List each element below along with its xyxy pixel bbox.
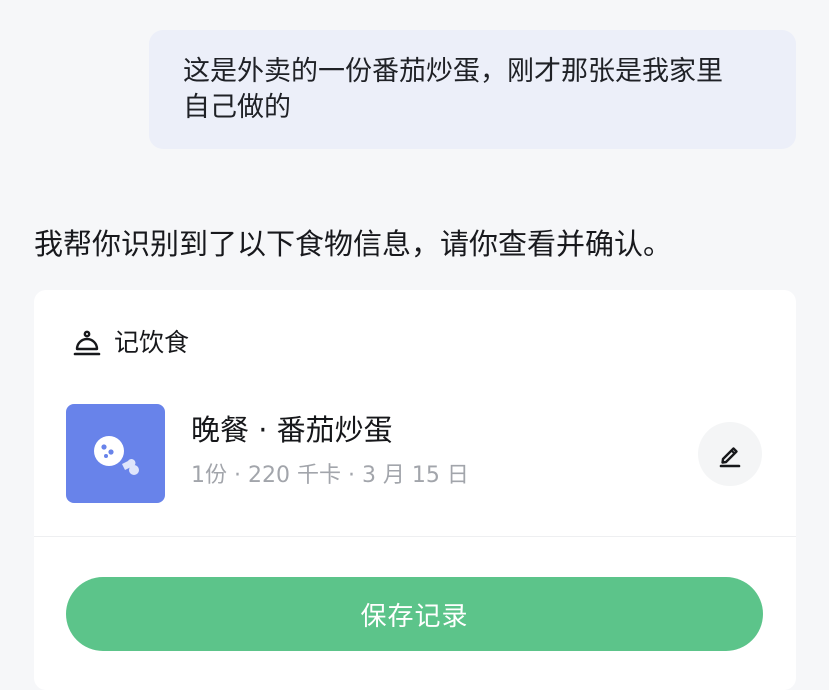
meal-cloche-icon [72, 328, 102, 358]
card-title: 记饮食 [114, 328, 190, 357]
user-message-bubble: 这是外卖的一份番茄炒蛋，刚才那张是我家里 自己做的 [149, 30, 796, 149]
pencil-icon [716, 440, 744, 468]
food-thumbnail [66, 404, 165, 503]
food-meta: 1份 · 220 千卡 · 3 月 15 日 [191, 463, 469, 488]
save-record-button[interactable]: 保存记录 [66, 577, 763, 651]
edit-food-button[interactable] [698, 422, 762, 486]
card-header: 记饮食 [72, 326, 189, 360]
food-name: 晚餐 · 番茄炒蛋 [191, 413, 393, 447]
meal-record-card: 记饮食 晚餐 · 番茄炒蛋 1份 · 220 千卡 · 3 月 15 日 保存记… [34, 290, 796, 690]
assistant-message: 我帮你识别到了以下食物信息，请你查看并确认。 [34, 227, 673, 261]
user-message-line-1: 这是外卖的一份番茄炒蛋，刚才那张是我家里 [183, 56, 723, 87]
food-placeholder-icon [66, 404, 165, 503]
card-divider [34, 536, 796, 537]
user-message-line-2: 自己做的 [183, 92, 291, 123]
